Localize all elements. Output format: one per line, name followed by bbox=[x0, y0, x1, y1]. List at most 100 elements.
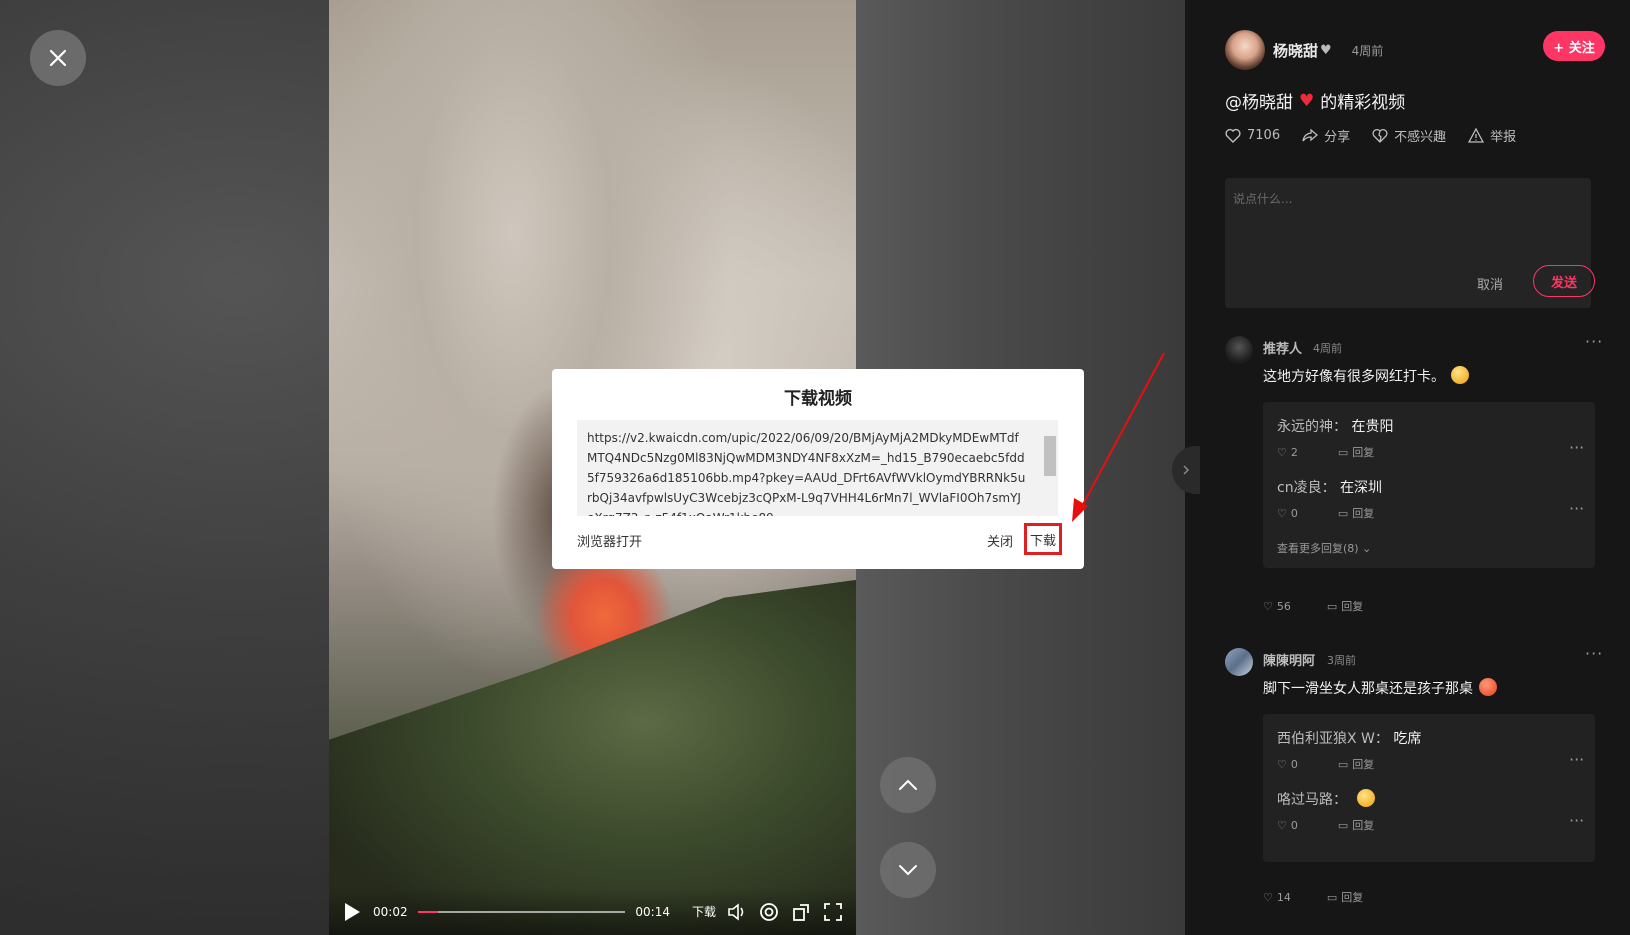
commenter-name[interactable]: 陳陳明阿 bbox=[1263, 650, 1315, 669]
rotate-button[interactable] bbox=[790, 901, 812, 923]
reply-reply-button[interactable]: ▭ 回复 bbox=[1338, 444, 1374, 460]
settings-button[interactable] bbox=[758, 901, 780, 923]
author-post-time: 4周前 bbox=[1351, 43, 1384, 58]
dialog-download-label: 下载 bbox=[1029, 533, 1056, 549]
volume-button[interactable] bbox=[726, 901, 748, 923]
comment-text: 这地方好像有很多网红打卡。 bbox=[1263, 366, 1469, 386]
more-options-icon[interactable]: ··· bbox=[1569, 750, 1584, 769]
emoji-icon bbox=[1357, 789, 1376, 807]
comment-reply-button[interactable]: ▭ 回复 bbox=[1327, 889, 1363, 905]
reply-author[interactable]: 西伯利亚狼X W： bbox=[1277, 731, 1389, 747]
dialog-title: 下载视频 bbox=[784, 389, 852, 409]
reply-meta: ♡ 0 ▭ 回复 bbox=[1277, 817, 1374, 833]
fullscreen-button[interactable] bbox=[822, 901, 844, 923]
detail-panel: 杨晓甜 ♥ 4周前 + 关注 @杨晓甜 ♥ 的精彩视频 7106 分享 不感兴趣 bbox=[1185, 0, 1630, 935]
comment-text-content: 这地方好像有很多网红打卡。 bbox=[1263, 369, 1445, 385]
reply-reply-button[interactable]: ▭ 回复 bbox=[1338, 505, 1374, 521]
reply-author[interactable]: 永远的神： bbox=[1277, 419, 1347, 435]
comment-reply-label: 回复 bbox=[1341, 891, 1364, 904]
see-more-replies-link[interactable]: 查看更多回复(8) ⌄ bbox=[1277, 540, 1371, 556]
player-download-button[interactable]: 下载 bbox=[692, 903, 716, 920]
more-options-icon[interactable]: ··· bbox=[1569, 811, 1584, 830]
emoji-icon bbox=[1451, 366, 1469, 384]
rotate-icon bbox=[793, 903, 809, 921]
comment-send-button[interactable]: 发送 bbox=[1533, 265, 1595, 297]
previous-video-button[interactable] bbox=[880, 757, 936, 813]
commenter-avatar[interactable] bbox=[1225, 336, 1253, 364]
reply-like-button[interactable]: ♡ 0 bbox=[1277, 756, 1298, 772]
comment-like-count: 56 bbox=[1276, 599, 1291, 613]
share-button[interactable]: 分享 bbox=[1302, 126, 1350, 145]
settings-icon bbox=[760, 902, 778, 921]
like-count: 7106 bbox=[1247, 128, 1281, 143]
reply-line: 永远的神： 在贵阳 bbox=[1277, 416, 1587, 436]
emoji-icon bbox=[1479, 678, 1497, 696]
url-scrollbar-thumb[interactable] bbox=[1044, 436, 1056, 476]
comment-like-button[interactable]: ♡ 56 bbox=[1263, 598, 1291, 614]
warning-icon bbox=[1468, 128, 1485, 143]
open-in-browser-link[interactable]: 浏览器打开 bbox=[577, 531, 642, 550]
author-name[interactable]: 杨晓甜 bbox=[1273, 40, 1318, 61]
progress-bar[interactable] bbox=[417, 910, 626, 913]
reply-reply-button[interactable]: ▭ 回复 bbox=[1338, 756, 1374, 772]
more-options-icon[interactable]: ··· bbox=[1569, 499, 1584, 518]
comment-input-box[interactable]: 说点什么... 取消 发送 bbox=[1225, 178, 1595, 308]
commenter-avatar[interactable] bbox=[1225, 648, 1253, 676]
app-root: 00:02 00:14 下载 下载视频 https://v2.kwaicdn.c… bbox=[0, 0, 1630, 935]
comment-cancel-button[interactable]: 取消 bbox=[1477, 274, 1503, 293]
video-url-text: https://v2.kwaicdn.com/upic/2022/06/09/2… bbox=[587, 431, 1026, 516]
video-title-suffix: 的精彩视频 bbox=[1320, 93, 1406, 113]
reply-author[interactable]: 咯过马路： bbox=[1277, 792, 1347, 808]
more-options-icon[interactable]: ··· bbox=[1569, 438, 1584, 457]
comment-like-button[interactable]: ♡ 14 bbox=[1263, 889, 1291, 905]
reply-item: 咯过马路： ♡ 0 ▭ 回复 ··· bbox=[1277, 789, 1587, 832]
video-actions: 7106 分享 不感兴趣 举报 bbox=[1225, 126, 1516, 145]
player-controls: 00:02 00:14 下载 bbox=[329, 888, 856, 935]
commenter-name[interactable]: 推荐人 bbox=[1263, 338, 1302, 357]
reply-reply-label: 回复 bbox=[1352, 507, 1375, 520]
comment-placeholder: 说点什么... bbox=[1233, 192, 1293, 206]
reply-like-button[interactable]: ♡ 0 bbox=[1277, 817, 1298, 833]
comment-time: 3周前 bbox=[1327, 654, 1356, 667]
dialog-download-link[interactable]: 下载 bbox=[1024, 523, 1062, 555]
like-button[interactable]: 7106 bbox=[1225, 126, 1280, 145]
reply-line: 咯过马路： bbox=[1277, 789, 1587, 809]
reply-line: cn凌良： 在深圳 bbox=[1277, 477, 1587, 497]
reply-item: cn凌良： 在深圳 ♡ 0 ▭ 回复 ··· bbox=[1277, 477, 1587, 520]
reply-reply-button[interactable]: ▭ 回复 bbox=[1338, 817, 1374, 833]
comment-reply-button[interactable]: ▭ 回复 bbox=[1327, 598, 1363, 614]
report-button[interactable]: 举报 bbox=[1468, 126, 1516, 145]
reply-like-button[interactable]: ♡ 2 bbox=[1277, 444, 1298, 460]
not-interested-button[interactable]: 不感兴趣 bbox=[1372, 126, 1446, 145]
author-heart-icon: ♥ bbox=[1320, 42, 1332, 58]
close-button[interactable] bbox=[30, 30, 86, 86]
dialog-close-link[interactable]: 关闭 bbox=[987, 531, 1013, 550]
more-options-icon[interactable]: ··· bbox=[1585, 644, 1603, 663]
comment-time: 4周前 bbox=[1313, 342, 1342, 355]
next-video-button[interactable] bbox=[880, 842, 936, 898]
video-url-textarea[interactable]: https://v2.kwaicdn.com/upic/2022/06/09/2… bbox=[577, 420, 1058, 516]
reply-text: 在深圳 bbox=[1340, 480, 1383, 496]
heart-outline-icon bbox=[1225, 128, 1241, 143]
current-time: 00:02 bbox=[373, 904, 408, 919]
send-label: 发送 bbox=[1550, 275, 1577, 291]
author-info: 杨晓甜 ♥ 4周前 bbox=[1225, 30, 1383, 70]
reply-like-button[interactable]: ♡ 0 bbox=[1277, 505, 1298, 521]
comment-item: 推荐人 4周前 ··· 这地方好像有很多网红打卡。 永远的神： 在贵阳 ♡ 2 … bbox=[1225, 332, 1602, 616]
play-icon bbox=[345, 902, 360, 921]
play-button[interactable] bbox=[341, 901, 363, 923]
broken-heart-icon bbox=[1372, 128, 1388, 143]
video-title-mention[interactable]: @杨晓甜 bbox=[1225, 88, 1293, 113]
author-avatar[interactable] bbox=[1225, 30, 1265, 70]
more-options-icon[interactable]: ··· bbox=[1585, 332, 1603, 351]
chevron-up-icon bbox=[899, 779, 917, 790]
see-more-label: 查看更多回复(8) bbox=[1277, 542, 1359, 555]
reply-list: 西伯利亚狼X W： 吃席 ♡ 0 ▭ 回复 ··· 咯过马路： ♡ 0 ▭ 回复… bbox=[1263, 714, 1595, 862]
comment-footer: ♡ 14 ▭ 回复 bbox=[1263, 889, 1363, 905]
follow-label: + 关注 bbox=[1553, 40, 1595, 56]
not-interested-label: 不感兴趣 bbox=[1394, 130, 1447, 145]
reply-author[interactable]: cn凌良： bbox=[1277, 480, 1336, 496]
url-scrollbar[interactable] bbox=[1044, 424, 1056, 512]
reply-line: 西伯利亚狼X W： 吃席 bbox=[1277, 728, 1587, 748]
follow-button[interactable]: + 关注 bbox=[1543, 31, 1605, 61]
